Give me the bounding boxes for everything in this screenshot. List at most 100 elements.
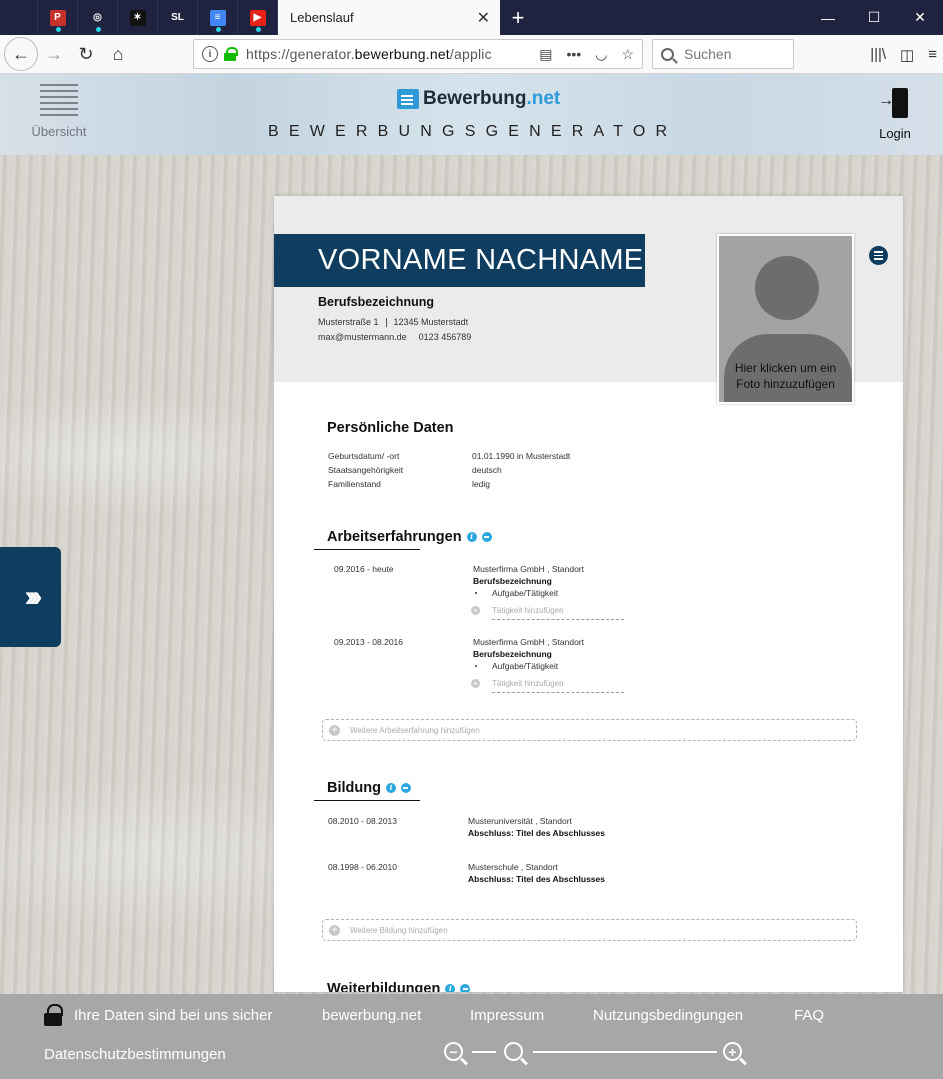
pocket-icon[interactable]: ◡ bbox=[595, 46, 607, 63]
double-chevron-right-icon: ››› bbox=[24, 580, 43, 613]
page-actions-icon[interactable]: ••• bbox=[567, 46, 582, 63]
media-indicator-icon bbox=[55, 27, 61, 32]
site-header: Übersicht Bewerbung.net BEWERBUNGSGENERA… bbox=[0, 74, 943, 155]
work-company[interactable]: Musterfirma GmbH , Standort bbox=[473, 564, 584, 574]
search-input[interactable]: Suchen bbox=[652, 39, 794, 69]
zoom-reset-icon[interactable] bbox=[504, 1042, 523, 1061]
url-bar[interactable]: i https://generator.bewerbung.net/applic… bbox=[193, 39, 643, 69]
zoom-out-icon[interactable]: − bbox=[444, 1042, 463, 1061]
footer-link-home[interactable]: bewerbung.net bbox=[322, 1007, 421, 1024]
plus-icon: + bbox=[329, 724, 340, 736]
login-button[interactable]: Login bbox=[875, 88, 915, 141]
secure-lock-icon[interactable] bbox=[224, 47, 238, 61]
pinned-tab-sl[interactable]: SL bbox=[158, 0, 198, 35]
zoom-in-icon[interactable]: + bbox=[723, 1042, 742, 1061]
overview-button[interactable]: Übersicht bbox=[28, 84, 90, 139]
sidebar-toggle-icon[interactable]: ◫ bbox=[900, 46, 914, 64]
site-info-icon[interactable]: i bbox=[202, 46, 218, 62]
zoom-slider[interactable] bbox=[533, 1050, 717, 1053]
bookmark-star-icon[interactable]: ☆ bbox=[621, 46, 634, 63]
work-role[interactable]: Berufsbezeichnung bbox=[473, 649, 552, 659]
footer-link-terms[interactable]: Nutzungsbedingungen bbox=[593, 1007, 743, 1024]
personal-label[interactable]: Staatsangehörigkeit bbox=[328, 465, 403, 475]
expand-sidebar-button[interactable]: ››› bbox=[0, 547, 61, 647]
add-education-button[interactable]: + Weitere Bildung hinzufügen bbox=[322, 919, 857, 941]
add-task-button[interactable]: + Tätigkeit hinzufügen bbox=[471, 606, 564, 616]
new-tab-icon[interactable]: + bbox=[500, 0, 536, 35]
bullet-icon bbox=[475, 592, 477, 594]
pinned-tab-globe-icon: ◎ bbox=[89, 9, 106, 26]
forward-icon[interactable]: → bbox=[38, 38, 70, 70]
plus-icon: + bbox=[329, 924, 340, 936]
education-degree[interactable]: Abschluss: Titel des Abschlusses bbox=[468, 874, 605, 884]
maximize-icon[interactable]: ☐ bbox=[851, 0, 897, 35]
zoom-controls: − + bbox=[444, 1042, 742, 1061]
personal-value[interactable]: 01.01.1990 in Musterstadt bbox=[472, 451, 570, 461]
pinned-tab-globe[interactable]: ◎ bbox=[78, 0, 118, 35]
pinned-tab-docs[interactable]: ≡ bbox=[198, 0, 238, 35]
minimize-icon[interactable]: — bbox=[805, 0, 851, 35]
remove-section-icon[interactable] bbox=[481, 532, 492, 543]
info-icon[interactable]: i bbox=[445, 984, 456, 992]
footer-link-privacy[interactable]: Datenschutzbestimmungen bbox=[44, 1046, 226, 1063]
pinned-tab-p-icon: P bbox=[49, 9, 66, 26]
remove-section-icon[interactable] bbox=[460, 984, 471, 992]
photo-upload-placeholder[interactable]: Hier klicken um ein Foto hinzuzufügen bbox=[717, 234, 854, 404]
avatar-head-icon bbox=[755, 256, 819, 320]
add-work-experience-button[interactable]: + Weitere Arbeitserfahrung hinzufügen bbox=[322, 719, 857, 741]
info-icon[interactable]: i bbox=[466, 532, 477, 543]
data-security-link[interactable]: Ihre Daten sind bei uns sicher bbox=[74, 1007, 272, 1024]
section-title-further-education[interactable]: Weiterbildungen i bbox=[327, 981, 471, 992]
work-task[interactable]: Aufgabe/Tätigkeit bbox=[492, 588, 558, 598]
education-degree[interactable]: Abschluss: Titel des Abschlusses bbox=[468, 828, 605, 838]
reader-view-icon[interactable]: ▤ bbox=[539, 46, 552, 63]
tab-lebenslauf[interactable]: Lebenslauf ✕ bbox=[278, 0, 500, 35]
section-title-work[interactable]: Arbeitserfahrungen i bbox=[327, 529, 492, 545]
pinned-tab-sl-icon: SL bbox=[169, 9, 186, 26]
app-menu-icon[interactable]: ≡ bbox=[928, 46, 937, 63]
work-task[interactable]: Aufgabe/Tätigkeit bbox=[492, 661, 558, 671]
close-window-icon[interactable]: ✕ bbox=[897, 0, 943, 35]
cv-contact[interactable]: max@mustermann.de 0123 456789 bbox=[318, 332, 471, 342]
url-text[interactable]: https://generator.bewerbung.net/applic bbox=[246, 46, 539, 62]
personal-value[interactable]: deutsch bbox=[472, 465, 502, 475]
education-school[interactable]: Musteruniversität , Standort bbox=[468, 816, 572, 826]
section-title-education[interactable]: Bildung i bbox=[327, 780, 411, 796]
footer-link-faq[interactable]: FAQ bbox=[794, 1007, 824, 1024]
personal-label[interactable]: Familienstand bbox=[328, 479, 381, 489]
personal-label[interactable]: Geburtsdatum/ -ort bbox=[328, 451, 399, 461]
cv-menu-icon[interactable] bbox=[869, 246, 888, 265]
home-icon[interactable]: ⌂ bbox=[102, 38, 134, 70]
site-logo[interactable]: Bewerbung.net bbox=[397, 88, 560, 110]
pinned-tab-dark[interactable]: ✶ bbox=[118, 0, 158, 35]
library-icon[interactable]: |||\ bbox=[870, 46, 886, 63]
personal-value[interactable]: ledig bbox=[472, 479, 490, 489]
plus-icon: + bbox=[471, 606, 480, 616]
tab-title: Lebenslauf bbox=[290, 10, 354, 25]
work-date[interactable]: 09.2013 - 08.2016 bbox=[334, 637, 403, 647]
remove-section-icon[interactable] bbox=[400, 783, 411, 794]
window-controls: — ☐ ✕ bbox=[805, 0, 943, 35]
pinned-tab-youtube[interactable]: ▶ bbox=[238, 0, 278, 35]
browser-tab-bar: P ◎ ✶ SL ≡ ▶ Lebenslauf ✕ + — ☐ ✕ bbox=[0, 0, 943, 35]
pinned-tab-docs-icon: ≡ bbox=[209, 9, 226, 26]
lock-icon bbox=[44, 1004, 63, 1026]
pinned-tab-p[interactable]: P bbox=[38, 0, 78, 35]
education-date[interactable]: 08.1998 - 06.2010 bbox=[328, 862, 397, 872]
media-indicator-icon bbox=[95, 27, 101, 32]
work-company[interactable]: Musterfirma GmbH , Standort bbox=[473, 637, 584, 647]
cv-name[interactable]: VORNAME NACHNAME bbox=[274, 234, 645, 287]
info-icon[interactable]: i bbox=[385, 783, 396, 794]
cv-job-title[interactable]: Berufsbezeichnung bbox=[318, 295, 434, 309]
work-date[interactable]: 09.2016 - heute bbox=[334, 564, 394, 574]
education-school[interactable]: Musterschule , Standort bbox=[468, 862, 558, 872]
footer-link-impressum[interactable]: Impressum bbox=[470, 1007, 544, 1024]
back-icon[interactable]: ← bbox=[4, 37, 38, 71]
work-role[interactable]: Berufsbezeichnung bbox=[473, 576, 552, 586]
tab-close-icon[interactable]: ✕ bbox=[477, 8, 490, 28]
section-title-personal[interactable]: Persönliche Daten bbox=[327, 420, 454, 436]
reload-icon[interactable]: ↻ bbox=[70, 38, 102, 70]
cv-address[interactable]: Musterstraße 1 12345 Musterstadt bbox=[318, 317, 468, 328]
add-task-button[interactable]: + Tätigkeit hinzufügen bbox=[471, 679, 564, 689]
education-date[interactable]: 08.2010 - 08.2013 bbox=[328, 816, 397, 826]
